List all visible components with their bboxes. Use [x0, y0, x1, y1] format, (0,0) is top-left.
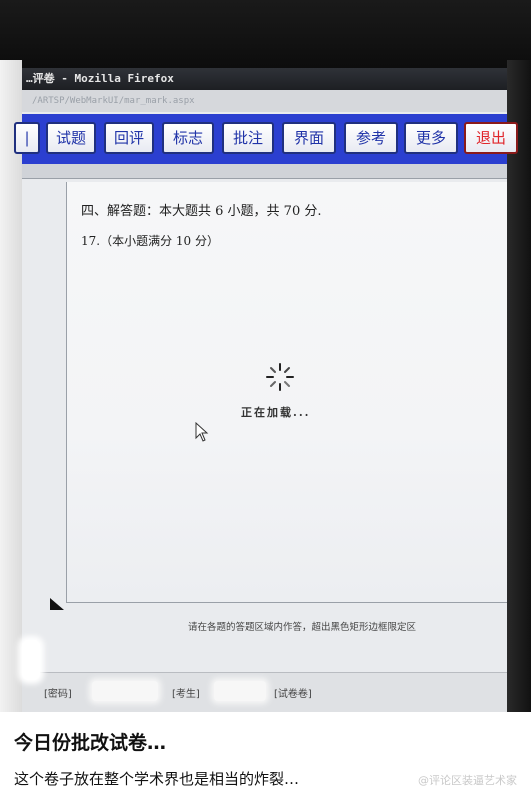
toolbar-button-review[interactable]: 回评 — [104, 122, 154, 154]
status-label-candidate: [考生] — [172, 689, 200, 700]
screen-photo: …评卷 - Mozilla Firefox /ARTSP/WebMarkUI/m… — [0, 0, 531, 712]
window-title-bar: …评卷 - Mozilla Firefox — [22, 68, 507, 90]
toolbar-button-interface[interactable]: 界面 — [282, 122, 336, 154]
url-bar[interactable]: /ARTSP/WebMarkUI/mar_mark.aspx — [22, 90, 507, 112]
answer-area-note: 请在各题的答题区域内作答，超出黑色矩形边框限定区 — [188, 622, 417, 633]
browser-window: …评卷 - Mozilla Firefox /ARTSP/WebMarkUI/m… — [14, 68, 518, 712]
caption-title: 今日份批改试卷… — [14, 732, 167, 754]
toolbar-divider — [22, 164, 507, 179]
url-text: /ARTSP/WebMarkUI/mar_mark.aspx — [32, 96, 195, 106]
loading-text: 正在加载... — [241, 406, 311, 419]
photo-glare — [22, 640, 40, 680]
status-label-paper: [试卷卷] — [274, 689, 312, 700]
redacted-field — [214, 681, 266, 701]
answer-sheet-area: 四、解答题：本大题共 6 小题，共 70 分. 17.（本小题满分 10 分） … — [66, 182, 507, 603]
monitor-bezel-top — [0, 0, 531, 72]
post-caption: 今日份批改试卷… 这个卷子放在整个学术界也是相当的炸裂… @评论区装逼艺术家 — [0, 712, 531, 800]
window-title: …评卷 - Mozilla Firefox — [26, 72, 174, 85]
toolbar-button-flag[interactable]: 标志 — [162, 122, 214, 154]
toolbar-button-questions[interactable]: 试题 — [46, 122, 96, 154]
redacted-field — [92, 681, 158, 701]
marking-toolbar: | 试题 回评 标志 批注 界面 参考 更多 退出 — [14, 114, 518, 164]
toolbar-button-more[interactable]: 更多 — [404, 122, 458, 154]
corner-marker-icon — [50, 598, 64, 610]
question-label: 17.（本小题满分 10 分） — [81, 234, 219, 248]
watermark: @评论区装逼艺术家 — [418, 774, 517, 787]
loading-spinner-icon — [266, 363, 294, 391]
toolbar-button-reference[interactable]: 参考 — [344, 122, 398, 154]
monitor-bezel-left — [0, 60, 22, 712]
candidate-info-bar: [密码] [考生] [试卷卷] — [22, 672, 507, 712]
mouse-cursor-icon — [195, 422, 209, 442]
toolbar-button-annotate[interactable]: 批注 — [222, 122, 274, 154]
toolbar-button-exit[interactable]: 退出 — [464, 122, 518, 154]
caption-body: 这个卷子放在整个学术界也是相当的炸裂… — [14, 770, 300, 788]
section-heading: 四、解答题：本大题共 6 小题，共 70 分. — [81, 204, 322, 219]
status-label-password: [密码] — [44, 689, 72, 700]
toolbar-button-first[interactable]: | — [14, 122, 40, 154]
monitor-bezel-right — [507, 60, 531, 712]
